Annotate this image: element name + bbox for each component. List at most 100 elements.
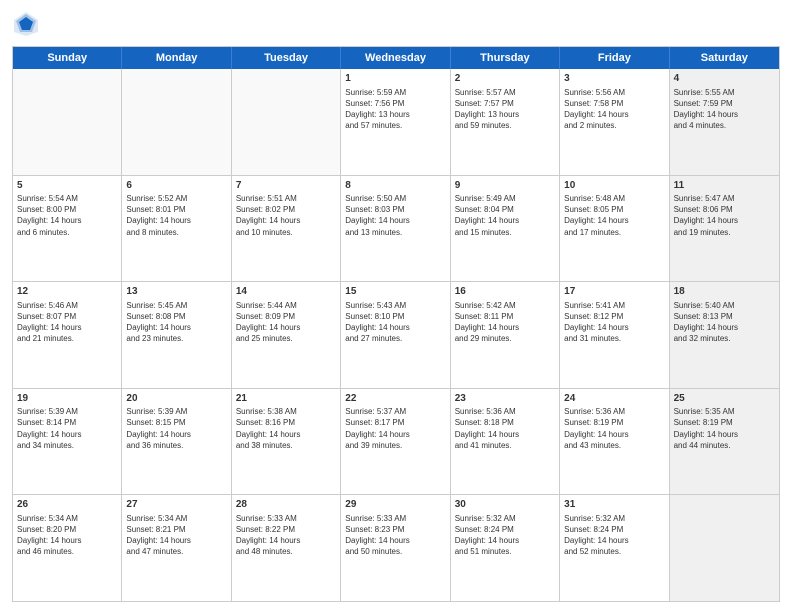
weekday-header: Sunday: [13, 47, 122, 69]
cell-info: Sunrise: 5:33 AMSunset: 8:22 PMDaylight:…: [236, 513, 336, 558]
day-number: 9: [455, 179, 555, 193]
calendar-cell: 23Sunrise: 5:36 AMSunset: 8:18 PMDayligh…: [451, 389, 560, 495]
day-number: 31: [564, 498, 664, 512]
cell-info: Sunrise: 5:39 AMSunset: 8:15 PMDaylight:…: [126, 406, 226, 451]
calendar-cell: 8Sunrise: 5:50 AMSunset: 8:03 PMDaylight…: [341, 176, 450, 282]
cell-info: Sunrise: 5:39 AMSunset: 8:14 PMDaylight:…: [17, 406, 117, 451]
calendar-cell: 19Sunrise: 5:39 AMSunset: 8:14 PMDayligh…: [13, 389, 122, 495]
day-number: 23: [455, 392, 555, 406]
cell-info: Sunrise: 5:57 AMSunset: 7:57 PMDaylight:…: [455, 87, 555, 132]
cell-info: Sunrise: 5:32 AMSunset: 8:24 PMDaylight:…: [564, 513, 664, 558]
cell-info: Sunrise: 5:56 AMSunset: 7:58 PMDaylight:…: [564, 87, 664, 132]
day-number: 11: [674, 179, 775, 193]
day-number: 4: [674, 72, 775, 86]
calendar-cell: 18Sunrise: 5:40 AMSunset: 8:13 PMDayligh…: [670, 282, 779, 388]
cell-info: Sunrise: 5:32 AMSunset: 8:24 PMDaylight:…: [455, 513, 555, 558]
day-number: 19: [17, 392, 117, 406]
calendar-row: 12Sunrise: 5:46 AMSunset: 8:07 PMDayligh…: [13, 282, 779, 389]
day-number: 5: [17, 179, 117, 193]
cell-info: Sunrise: 5:43 AMSunset: 8:10 PMDaylight:…: [345, 300, 445, 345]
cell-info: Sunrise: 5:46 AMSunset: 8:07 PMDaylight:…: [17, 300, 117, 345]
calendar-cell: [122, 69, 231, 175]
cell-info: Sunrise: 5:55 AMSunset: 7:59 PMDaylight:…: [674, 87, 775, 132]
day-number: 24: [564, 392, 664, 406]
cell-info: Sunrise: 5:50 AMSunset: 8:03 PMDaylight:…: [345, 193, 445, 238]
day-number: 17: [564, 285, 664, 299]
cell-info: Sunrise: 5:38 AMSunset: 8:16 PMDaylight:…: [236, 406, 336, 451]
weekday-header: Wednesday: [341, 47, 450, 69]
calendar-cell: 15Sunrise: 5:43 AMSunset: 8:10 PMDayligh…: [341, 282, 450, 388]
calendar-cell: 30Sunrise: 5:32 AMSunset: 8:24 PMDayligh…: [451, 495, 560, 601]
calendar-cell: 5Sunrise: 5:54 AMSunset: 8:00 PMDaylight…: [13, 176, 122, 282]
day-number: 13: [126, 285, 226, 299]
cell-info: Sunrise: 5:33 AMSunset: 8:23 PMDaylight:…: [345, 513, 445, 558]
weekday-header: Tuesday: [232, 47, 341, 69]
cell-info: Sunrise: 5:34 AMSunset: 8:20 PMDaylight:…: [17, 513, 117, 558]
cell-info: Sunrise: 5:37 AMSunset: 8:17 PMDaylight:…: [345, 406, 445, 451]
weekday-header: Monday: [122, 47, 231, 69]
calendar-cell: 13Sunrise: 5:45 AMSunset: 8:08 PMDayligh…: [122, 282, 231, 388]
calendar-row: 1Sunrise: 5:59 AMSunset: 7:56 PMDaylight…: [13, 69, 779, 176]
day-number: 8: [345, 179, 445, 193]
calendar-cell: 25Sunrise: 5:35 AMSunset: 8:19 PMDayligh…: [670, 389, 779, 495]
day-number: 12: [17, 285, 117, 299]
day-number: 28: [236, 498, 336, 512]
day-number: 10: [564, 179, 664, 193]
calendar-header-row: SundayMondayTuesdayWednesdayThursdayFrid…: [13, 47, 779, 69]
day-number: 3: [564, 72, 664, 86]
calendar-cell: 29Sunrise: 5:33 AMSunset: 8:23 PMDayligh…: [341, 495, 450, 601]
day-number: 27: [126, 498, 226, 512]
calendar-body: 1Sunrise: 5:59 AMSunset: 7:56 PMDaylight…: [13, 69, 779, 601]
cell-info: Sunrise: 5:54 AMSunset: 8:00 PMDaylight:…: [17, 193, 117, 238]
cell-info: Sunrise: 5:36 AMSunset: 8:19 PMDaylight:…: [564, 406, 664, 451]
day-number: 21: [236, 392, 336, 406]
calendar-cell: 26Sunrise: 5:34 AMSunset: 8:20 PMDayligh…: [13, 495, 122, 601]
day-number: 18: [674, 285, 775, 299]
calendar-cell: 7Sunrise: 5:51 AMSunset: 8:02 PMDaylight…: [232, 176, 341, 282]
day-number: 2: [455, 72, 555, 86]
cell-info: Sunrise: 5:36 AMSunset: 8:18 PMDaylight:…: [455, 406, 555, 451]
calendar-cell: 6Sunrise: 5:52 AMSunset: 8:01 PMDaylight…: [122, 176, 231, 282]
calendar-cell: 31Sunrise: 5:32 AMSunset: 8:24 PMDayligh…: [560, 495, 669, 601]
day-number: 30: [455, 498, 555, 512]
day-number: 20: [126, 392, 226, 406]
day-number: 29: [345, 498, 445, 512]
cell-info: Sunrise: 5:42 AMSunset: 8:11 PMDaylight:…: [455, 300, 555, 345]
day-number: 1: [345, 72, 445, 86]
calendar-cell: [13, 69, 122, 175]
weekday-header: Saturday: [670, 47, 779, 69]
calendar-cell: [232, 69, 341, 175]
calendar-row: 26Sunrise: 5:34 AMSunset: 8:20 PMDayligh…: [13, 495, 779, 601]
day-number: 6: [126, 179, 226, 193]
weekday-header: Friday: [560, 47, 669, 69]
calendar-cell: 14Sunrise: 5:44 AMSunset: 8:09 PMDayligh…: [232, 282, 341, 388]
calendar-cell: 24Sunrise: 5:36 AMSunset: 8:19 PMDayligh…: [560, 389, 669, 495]
calendar-cell: 9Sunrise: 5:49 AMSunset: 8:04 PMDaylight…: [451, 176, 560, 282]
calendar-cell: 17Sunrise: 5:41 AMSunset: 8:12 PMDayligh…: [560, 282, 669, 388]
logo-icon: [12, 10, 40, 38]
cell-info: Sunrise: 5:34 AMSunset: 8:21 PMDaylight:…: [126, 513, 226, 558]
day-number: 16: [455, 285, 555, 299]
calendar-cell: [670, 495, 779, 601]
cell-info: Sunrise: 5:49 AMSunset: 8:04 PMDaylight:…: [455, 193, 555, 238]
day-number: 14: [236, 285, 336, 299]
cell-info: Sunrise: 5:59 AMSunset: 7:56 PMDaylight:…: [345, 87, 445, 132]
day-number: 15: [345, 285, 445, 299]
calendar-cell: 22Sunrise: 5:37 AMSunset: 8:17 PMDayligh…: [341, 389, 450, 495]
calendar-cell: 12Sunrise: 5:46 AMSunset: 8:07 PMDayligh…: [13, 282, 122, 388]
cell-info: Sunrise: 5:40 AMSunset: 8:13 PMDaylight:…: [674, 300, 775, 345]
cell-info: Sunrise: 5:41 AMSunset: 8:12 PMDaylight:…: [564, 300, 664, 345]
day-number: 22: [345, 392, 445, 406]
cell-info: Sunrise: 5:47 AMSunset: 8:06 PMDaylight:…: [674, 193, 775, 238]
calendar-cell: 16Sunrise: 5:42 AMSunset: 8:11 PMDayligh…: [451, 282, 560, 388]
calendar-cell: 11Sunrise: 5:47 AMSunset: 8:06 PMDayligh…: [670, 176, 779, 282]
cell-info: Sunrise: 5:45 AMSunset: 8:08 PMDaylight:…: [126, 300, 226, 345]
cell-info: Sunrise: 5:52 AMSunset: 8:01 PMDaylight:…: [126, 193, 226, 238]
cell-info: Sunrise: 5:44 AMSunset: 8:09 PMDaylight:…: [236, 300, 336, 345]
calendar-cell: 10Sunrise: 5:48 AMSunset: 8:05 PMDayligh…: [560, 176, 669, 282]
page-header: [12, 10, 780, 38]
cell-info: Sunrise: 5:51 AMSunset: 8:02 PMDaylight:…: [236, 193, 336, 238]
calendar-cell: 3Sunrise: 5:56 AMSunset: 7:58 PMDaylight…: [560, 69, 669, 175]
logo: [12, 10, 44, 38]
calendar-cell: 21Sunrise: 5:38 AMSunset: 8:16 PMDayligh…: [232, 389, 341, 495]
